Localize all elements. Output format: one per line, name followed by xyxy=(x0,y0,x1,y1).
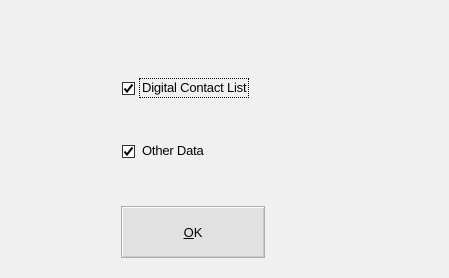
checkbox-label: Digital Contact List xyxy=(138,78,250,98)
checkbox-other-data[interactable]: Other Data xyxy=(122,142,205,160)
ok-button[interactable]: OK xyxy=(121,206,265,258)
ok-button-mnemonic: O xyxy=(183,224,194,240)
checkmark-icon xyxy=(123,83,134,93)
checkmark-icon xyxy=(123,146,134,156)
checkbox-box[interactable] xyxy=(122,144,135,158)
checkbox-label: Other Data xyxy=(142,143,204,158)
checkbox-box[interactable] xyxy=(122,81,135,95)
checkbox-digital-contact-list[interactable]: Digital Contact List xyxy=(122,78,250,98)
ok-button-label-rest: K xyxy=(193,224,203,240)
